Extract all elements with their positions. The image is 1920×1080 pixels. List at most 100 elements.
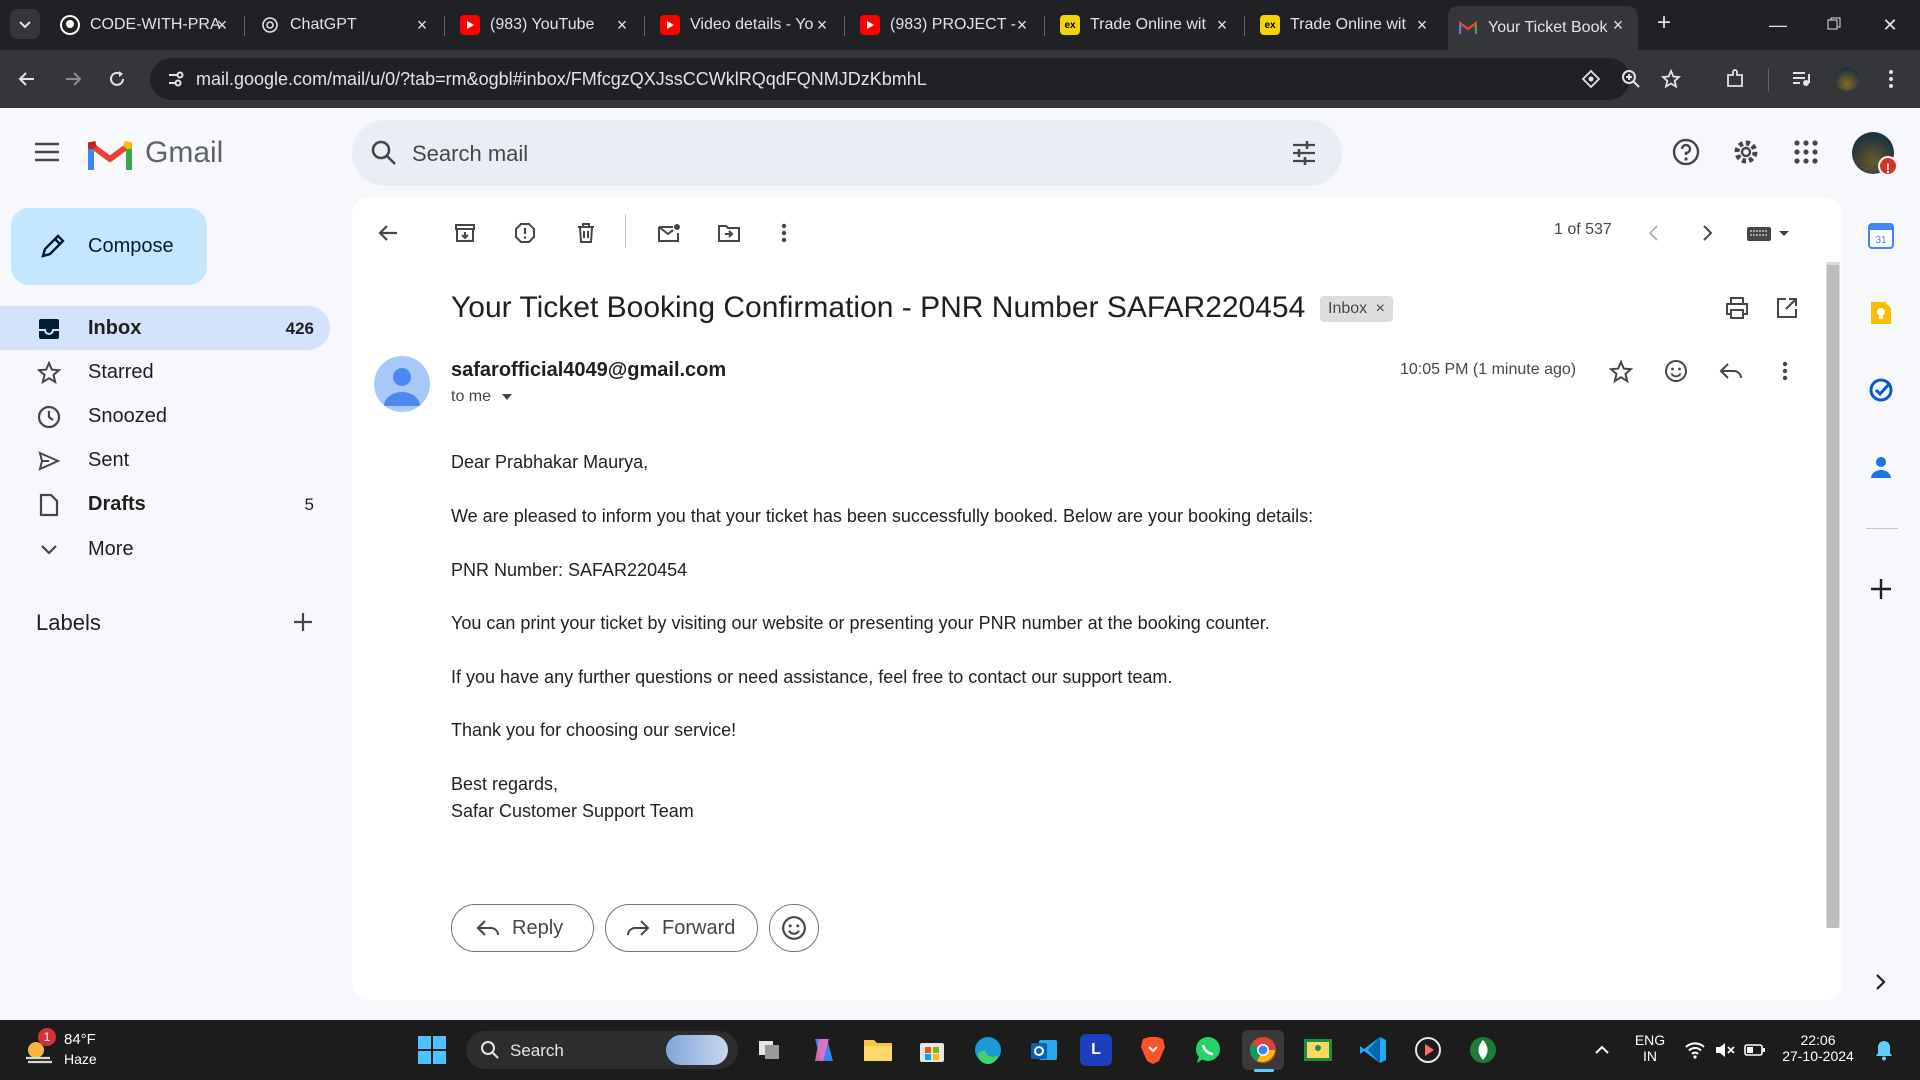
more-actions-button[interactable] (769, 218, 799, 248)
move-to-button[interactable] (714, 218, 744, 248)
browser-tab-active[interactable]: Your Ticket Book × (1448, 6, 1638, 50)
sidebar-item-starred[interactable]: Starred (0, 350, 330, 394)
contacts-app-button[interactable] (1866, 452, 1896, 482)
copilot-app[interactable] (806, 1032, 842, 1068)
settings-button[interactable] (1728, 134, 1764, 170)
media-control-button[interactable] (1786, 64, 1816, 94)
search-options-icon[interactable] (1290, 139, 1318, 172)
search-icon[interactable] (370, 139, 398, 172)
browser-tab[interactable]: Video details - Yo × (650, 6, 842, 44)
create-label-button[interactable] (292, 608, 314, 640)
sidebar-item-sent[interactable]: Sent (0, 438, 330, 482)
whatsapp-app[interactable] (1190, 1032, 1226, 1068)
tab-search-button[interactable] (10, 9, 40, 39)
close-tab-icon[interactable]: × (412, 15, 432, 35)
sidebar-item-inbox[interactable]: Inbox 426 (0, 306, 330, 350)
l-app[interactable]: L (1080, 1034, 1112, 1066)
emoji-reaction-button[interactable] (769, 904, 819, 952)
vscode-app[interactable] (1355, 1032, 1391, 1068)
extensions-button[interactable] (1720, 64, 1750, 94)
hide-side-panel-button[interactable] (1866, 967, 1896, 997)
search-input[interactable]: Search mail (412, 141, 528, 167)
search-bar[interactable]: Search mail (352, 120, 1342, 186)
browser-tab[interactable]: CODE-WITH-PRA × (50, 6, 242, 44)
browser-tab[interactable]: ChatGPT × (250, 6, 442, 44)
input-tools-button[interactable] (1745, 218, 1793, 248)
recipient-line[interactable]: to me (451, 388, 513, 406)
taskbar-search[interactable]: Search (466, 1031, 738, 1069)
mark-unread-button[interactable] (654, 218, 684, 248)
archive-button[interactable] (450, 218, 480, 248)
sidebar-item-drafts[interactable]: Drafts 5 (0, 482, 330, 526)
bookmark-star-icon[interactable] (1660, 68, 1682, 90)
outlook-app[interactable] (1026, 1032, 1062, 1068)
browser-tab[interactable]: ex Trade Online wit × (1250, 6, 1442, 44)
scrollbar-thumb[interactable] (1827, 265, 1839, 928)
close-tab-icon[interactable]: × (612, 15, 632, 35)
delete-button[interactable] (571, 218, 601, 248)
support-button[interactable] (1668, 134, 1704, 170)
task-view-button[interactable] (752, 1032, 788, 1068)
show-hidden-icons-button[interactable] (1584, 1032, 1620, 1068)
report-spam-button[interactable] (510, 218, 540, 248)
gmail-logo[interactable] (88, 138, 132, 177)
compose-button[interactable]: Compose (11, 208, 207, 285)
chrome-app[interactable] (1245, 1032, 1281, 1068)
star-button[interactable] (1606, 357, 1636, 387)
reload-button[interactable] (102, 64, 132, 94)
browser-menu-button[interactable] (1876, 64, 1906, 94)
back-button[interactable] (12, 64, 42, 94)
get-addons-button[interactable] (1866, 574, 1896, 604)
translate-icon[interactable] (1580, 68, 1602, 90)
message-more-button[interactable] (1770, 356, 1800, 386)
profile-button[interactable] (1832, 64, 1862, 94)
newer-button[interactable] (1638, 218, 1668, 248)
brave-app[interactable] (1135, 1032, 1171, 1068)
older-button[interactable] (1693, 218, 1723, 248)
forward-button[interactable] (58, 64, 88, 94)
keep-app-button[interactable] (1866, 298, 1896, 328)
quick-settings-button[interactable] (1680, 1032, 1770, 1068)
browser-tab[interactable]: (983) YouTube × (450, 6, 642, 44)
microsoft-store-app[interactable] (914, 1032, 950, 1068)
tasks-app-button[interactable] (1866, 375, 1896, 405)
print-all-button[interactable] (1722, 293, 1752, 323)
remove-label-icon[interactable]: × (1376, 300, 1385, 317)
forward-button[interactable]: Forward (605, 904, 758, 952)
sidebar-item-snoozed[interactable]: Snoozed (0, 394, 330, 438)
close-tab-icon[interactable]: × (1012, 15, 1032, 35)
google-apps-button[interactable] (1788, 134, 1824, 170)
media-player-app[interactable] (1410, 1032, 1446, 1068)
inbox-label-chip[interactable]: Inbox × (1320, 296, 1393, 322)
zoom-icon[interactable] (1620, 68, 1642, 90)
back-to-inbox-button[interactable] (373, 218, 403, 248)
minimize-button[interactable]: — (1758, 10, 1798, 40)
browser-tab[interactable]: (983) PROJECT - × (850, 6, 1042, 44)
calendar-app-button[interactable]: 31 (1866, 221, 1896, 251)
leaf-app[interactable] (1465, 1032, 1501, 1068)
clock-widget[interactable]: 22:06 27-10-2024 (1780, 1032, 1856, 1064)
close-tab-icon[interactable]: × (1212, 15, 1232, 35)
edge-app[interactable] (970, 1032, 1006, 1068)
sender-email[interactable]: safarofficial4049@gmail.com (451, 359, 726, 382)
site-info-icon[interactable] (166, 69, 186, 94)
address-bar[interactable]: mail.google.com/mail/u/0/?tab=rm&ogbl#in… (150, 58, 1681, 100)
close-tab-icon[interactable]: × (212, 15, 232, 35)
close-window-button[interactable]: ✕ (1870, 10, 1910, 40)
sidebar-item-more[interactable]: More (0, 527, 330, 571)
add-reaction-button[interactable] (1661, 356, 1691, 386)
start-button[interactable] (414, 1032, 450, 1068)
open-new-window-button[interactable] (1772, 293, 1802, 323)
close-tab-icon[interactable]: × (812, 15, 832, 35)
main-menu-button[interactable] (33, 141, 65, 167)
notifications-button[interactable] (1866, 1032, 1902, 1068)
classroom-app[interactable] (1300, 1032, 1336, 1068)
close-tab-icon[interactable]: × (1412, 15, 1432, 35)
reply-button[interactable]: Reply (451, 904, 594, 952)
close-tab-icon[interactable]: × (1608, 15, 1628, 35)
input-language[interactable]: ENG IN (1628, 1032, 1672, 1064)
new-tab-button[interactable]: + (1650, 10, 1678, 38)
browser-tab[interactable]: ex Trade Online wit × (1050, 6, 1242, 44)
restore-button[interactable] (1814, 10, 1854, 40)
reply-button-small[interactable] (1716, 356, 1746, 386)
